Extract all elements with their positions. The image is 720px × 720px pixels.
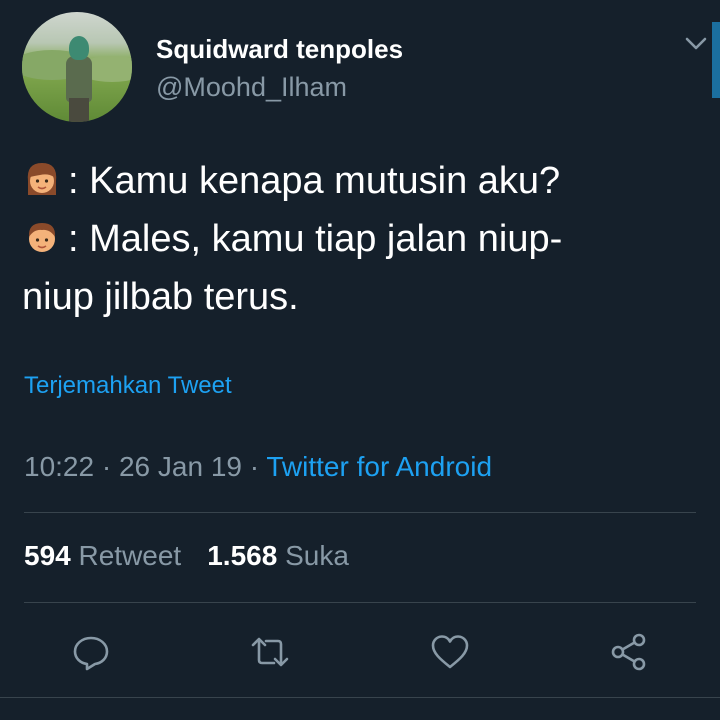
translate-tweet-link[interactable]: Terjemahkan Tweet: [24, 372, 232, 400]
tweet-meta: 10:22 · 26 Jan 19 · Twitter for Android: [24, 451, 492, 483]
woman-emoji-icon: [22, 158, 62, 198]
like-icon[interactable]: [430, 632, 470, 672]
retweet-count-label: Retweet: [70, 540, 182, 571]
tweet-source-link[interactable]: Twitter for Android: [266, 451, 492, 482]
retweet-count[interactable]: 594 Retweet: [24, 540, 181, 571]
avatar[interactable]: [22, 12, 132, 122]
tweet-text: : Kamu kenapa mutusin aku? : Males, kamu…: [22, 152, 682, 326]
tweet-line-text: niup jilbab terus.: [22, 276, 299, 318]
like-count-label: Suka: [277, 540, 349, 571]
tweet-line: : Males, kamu tiap jalan niup-: [22, 210, 682, 268]
divider: [0, 697, 720, 698]
tweet-date: 26 Jan 19: [118, 451, 242, 482]
scrollbar[interactable]: [712, 22, 720, 98]
retweet-icon[interactable]: [250, 632, 290, 672]
user-handle[interactable]: @Moohd_Ilham: [156, 72, 347, 103]
tweet-time: 10:22: [24, 451, 95, 482]
boy-emoji-icon: [22, 216, 62, 256]
reply-icon[interactable]: [71, 632, 111, 672]
like-count[interactable]: 1.568 Suka: [207, 540, 349, 571]
retweet-count-value: 594: [24, 540, 71, 571]
divider: [24, 512, 696, 513]
meta-separator: ·: [241, 451, 267, 482]
tweet-stats: 594 Retweet 1.568 Suka: [24, 540, 349, 572]
meta-separator: ·: [94, 451, 119, 482]
tweet-line: niup jilbab terus.: [22, 268, 682, 326]
chevron-down-icon[interactable]: [682, 32, 710, 56]
tweet-line: : Kamu kenapa mutusin aku?: [22, 152, 682, 210]
tweet-line-text: : Males, kamu tiap jalan niup-: [68, 218, 563, 260]
share-icon[interactable]: [609, 632, 649, 672]
like-count-value: 1.568: [207, 540, 278, 571]
divider: [24, 602, 696, 603]
display-name[interactable]: Squidward tenpoles: [156, 34, 403, 65]
tweet-header: Squidward tenpoles @Moohd_Ilham: [22, 12, 712, 122]
tweet-actions: [0, 622, 720, 678]
tweet-line-text: : Kamu kenapa mutusin aku?: [68, 160, 561, 202]
